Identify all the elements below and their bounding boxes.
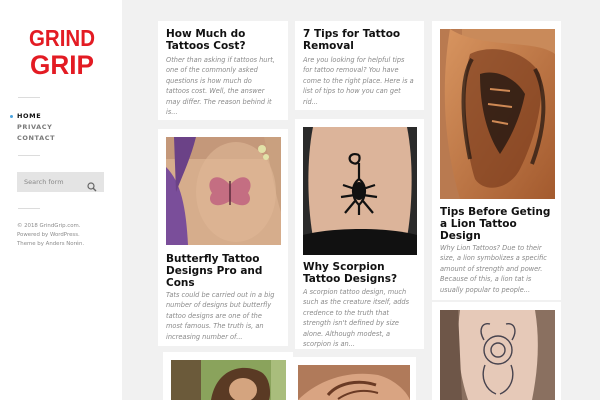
post-thumbnail[interactable] xyxy=(303,127,417,255)
nav-item-privacy[interactable]: PRIVACY xyxy=(17,122,55,133)
nav-item-home[interactable]: HOME xyxy=(9,111,55,122)
post-excerpt: A scorpion tattoo design, much such as t… xyxy=(303,288,410,349)
divider xyxy=(18,97,40,98)
divider xyxy=(18,208,40,209)
logo-line-1: GRIND xyxy=(29,25,95,51)
post-card[interactable]: Butterfly Tattoo Designs Pro and Cons Ta… xyxy=(158,129,288,346)
post-title[interactable]: Why Scorpion Tattoo Designs? xyxy=(303,261,423,285)
copyright-text: © 2018 GrindGrip.com. xyxy=(17,223,81,229)
post-card[interactable]: Why Scorpion Tattoo Designs? A scorpion … xyxy=(295,119,424,349)
post-card[interactable]: Tips Before Geting a Lion Tattoo Design … xyxy=(432,21,561,300)
theme-credit-text[interactable]: Theme by Anders Norén. xyxy=(17,240,112,249)
post-title[interactable]: 7 Tips for Tattoo Removal xyxy=(303,28,423,52)
search-input[interactable] xyxy=(17,172,85,192)
post-title[interactable]: How Much do Tattoos Cost? xyxy=(166,28,286,52)
search-form xyxy=(17,172,104,192)
divider xyxy=(18,155,40,156)
search-icon[interactable] xyxy=(87,177,97,192)
post-card[interactable] xyxy=(163,352,293,400)
powered-by-text[interactable]: Powered by WordPress. xyxy=(17,231,112,240)
post-excerpt: Are you looking for helpful tips for tat… xyxy=(303,56,414,106)
sidebar: GRIND GRIP HOME PRIVACY CONTACT © 2018 G… xyxy=(0,0,122,400)
post-title[interactable]: Butterfly Tattoo Designs Pro and Cons xyxy=(166,253,286,289)
post-excerpt: Why Lion Tattoos? Due to their size, a l… xyxy=(440,244,547,294)
post-card[interactable] xyxy=(290,357,416,400)
main-nav: HOME PRIVACY CONTACT xyxy=(9,111,55,144)
nav-item-contact[interactable]: CONTACT xyxy=(17,133,55,144)
post-thumbnail[interactable] xyxy=(298,365,410,400)
post-title[interactable]: Tips Before Geting a Lion Tattoo Design xyxy=(440,206,560,242)
post-thumbnail[interactable] xyxy=(440,29,555,199)
site-logo[interactable]: GRIND GRIP xyxy=(28,24,96,78)
post-card[interactable]: How Much do Tattoos Cost? Other than ask… xyxy=(158,21,288,120)
post-excerpt: Tats could be carried out in a big numbe… xyxy=(166,291,275,341)
logo-line-2: GRIP xyxy=(30,50,94,78)
post-card[interactable]: 7 Tips for Tattoo Removal Are you lookin… xyxy=(295,21,424,110)
site-credits: © 2018 GrindGrip.com. Powered by WordPre… xyxy=(17,222,112,249)
post-thumbnail[interactable] xyxy=(166,137,281,245)
post-thumbnail[interactable] xyxy=(440,310,555,400)
post-card[interactable] xyxy=(432,302,561,400)
post-thumbnail[interactable] xyxy=(171,360,286,400)
post-excerpt: Other than asking if tattoos hurt, one o… xyxy=(166,56,275,117)
